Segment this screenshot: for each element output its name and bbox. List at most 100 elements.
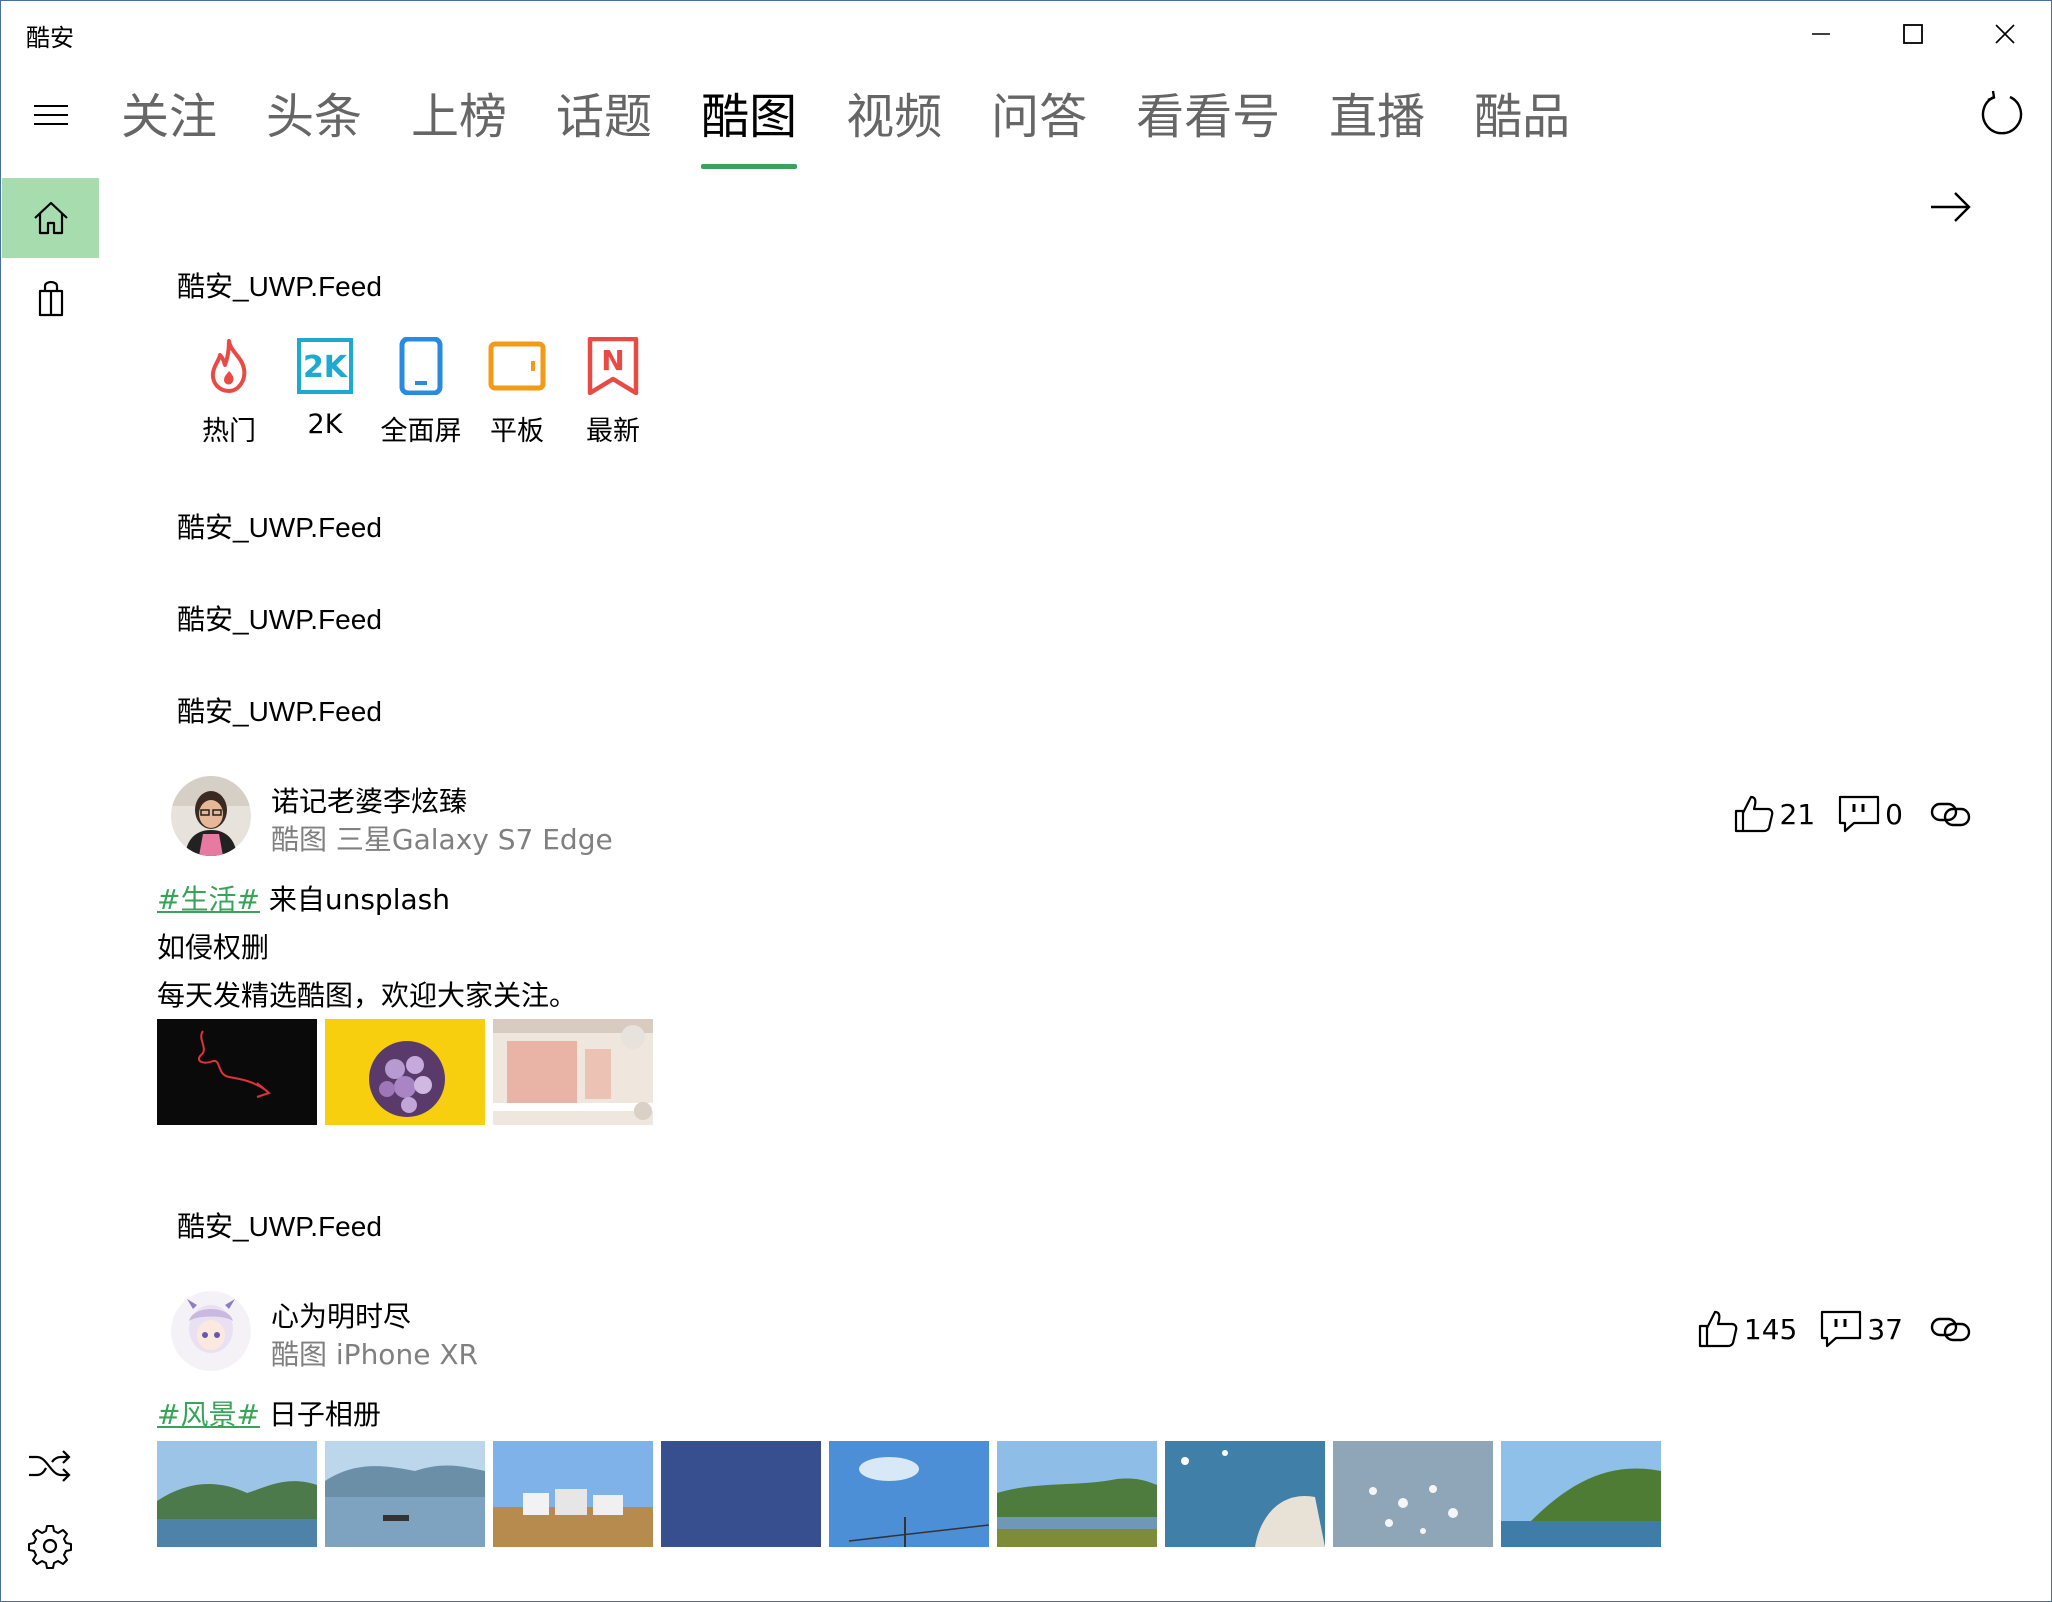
tab-cool-pictures[interactable]: 酷图 [701, 81, 798, 169]
avatar-image [171, 776, 251, 856]
post-image[interactable] [325, 1019, 485, 1125]
comment-count: 0 [1885, 797, 1903, 831]
feed-post[interactable]: 诺记老婆李炫臻 酷图 三星Galaxy S7 Edge 21 0 #生活# 来自… [157, 776, 1977, 1136]
category-tablet[interactable]: 平板 [469, 335, 565, 448]
post-text: 日子相册 [259, 1398, 381, 1431]
tab-topics[interactable]: 话题 [556, 81, 652, 161]
maximize-button[interactable] [1867, 1, 1959, 67]
like-button[interactable]: 145 [1696, 1307, 1797, 1351]
user-name[interactable]: 诺记老婆李炫臻 [271, 780, 467, 820]
post-image[interactable] [1501, 1441, 1661, 1547]
title-bar: 酷安 [1, 1, 2051, 67]
image-grid [157, 1441, 1669, 1547]
category-newest[interactable]: N 最新 [565, 335, 661, 448]
app-window: 酷安 关注 头条 上榜 话题 酷图 视频 问答 看看号 直播 酷品 酷安_UWP… [0, 0, 2052, 1602]
link-icon [1930, 1317, 1971, 1342]
shuffle-icon[interactable] [27, 1443, 73, 1489]
home-icon [33, 201, 68, 235]
feed-label: 酷安_UWP.Feed [177, 1211, 382, 1242]
close-button[interactable] [1959, 1, 2051, 67]
category-2k[interactable]: 2K 2K [277, 335, 373, 448]
category-hot[interactable]: 热门 [181, 335, 277, 448]
post-actions: 21 0 [1710, 792, 1977, 836]
top-tabs: 关注 头条 上榜 话题 酷图 视频 问答 看看号 直播 酷品 [121, 81, 1619, 169]
link-icon [1930, 802, 1971, 827]
post-text-line: 如侵权删 [157, 931, 270, 964]
tab-kankan[interactable]: 看看号 [1136, 81, 1280, 161]
comment-button[interactable]: 0 [1837, 792, 1903, 836]
post-image[interactable] [997, 1441, 1157, 1547]
new-bookmark-icon: N [587, 337, 639, 395]
avatar[interactable] [171, 1291, 251, 1371]
tab-qa[interactable]: 问答 [991, 81, 1087, 161]
like-button[interactable]: 21 [1732, 792, 1816, 836]
tab-products[interactable]: 酷品 [1474, 81, 1570, 161]
avatar-image [171, 1291, 251, 1371]
thumbs-up-icon [1734, 795, 1773, 833]
post-image[interactable] [1165, 1441, 1325, 1547]
post-text: 来自unsplash [259, 883, 450, 916]
category-label: 平板 [490, 416, 544, 447]
topic-tag[interactable]: #生活# [157, 883, 260, 916]
feed-label: 酷安_UWP.Feed [177, 604, 382, 635]
comment-button[interactable]: 37 [1819, 1307, 1903, 1351]
category-label: 最新 [586, 416, 640, 447]
gear-icon[interactable] [27, 1523, 73, 1569]
category-label: 2K [307, 409, 343, 440]
arrow-right-icon[interactable] [1927, 183, 1975, 231]
svg-text:N: N [601, 344, 624, 377]
post-image[interactable] [157, 1441, 317, 1547]
category-label: 热门 [202, 416, 256, 447]
tablet-icon [488, 341, 546, 391]
image-grid [157, 1019, 661, 1125]
category-label: 全面屏 [380, 416, 462, 447]
like-count: 145 [1743, 1312, 1798, 1346]
thumbs-up-icon [1698, 1310, 1738, 1348]
feed-label: 酷安_UWP.Feed [177, 696, 382, 727]
category-row: 热门 2K 2K 全面屏 平板 N 最新 [181, 335, 661, 448]
tab-live[interactable]: 直播 [1329, 81, 1425, 161]
category-fullscreen[interactable]: 全面屏 [373, 335, 469, 448]
close-icon [1995, 24, 2015, 44]
avatar[interactable] [171, 776, 251, 856]
refresh-icon[interactable] [1977, 89, 2027, 139]
post-image[interactable] [1333, 1441, 1493, 1547]
minimize-icon [1812, 33, 1830, 35]
post-image[interactable] [829, 1441, 989, 1547]
user-name[interactable]: 心为明时尽 [271, 1295, 411, 1335]
shopping-bag-icon [38, 280, 63, 317]
post-image[interactable] [157, 1019, 317, 1125]
post-text-line: #生活# 来自unsplash [157, 878, 450, 918]
tab-follow[interactable]: 关注 [121, 81, 217, 161]
tab-ranking[interactable]: 上榜 [411, 81, 507, 161]
app-title: 酷安 [26, 24, 74, 52]
2k-icon: 2K [297, 338, 353, 394]
minimize-button[interactable] [1775, 1, 1867, 67]
post-image[interactable] [661, 1441, 821, 1547]
post-actions: 145 37 [1674, 1307, 1977, 1351]
comment-count: 37 [1867, 1312, 1903, 1346]
feed-label: 酷安_UWP.Feed [177, 271, 382, 302]
tab-headlines[interactable]: 头条 [266, 81, 362, 161]
topic-tag[interactable]: #风景# [157, 1398, 260, 1431]
hamburger-menu-button[interactable] [29, 97, 73, 133]
tab-videos[interactable]: 视频 [846, 81, 942, 161]
post-image[interactable] [493, 1019, 653, 1125]
post-image[interactable] [325, 1441, 485, 1547]
post-meta: 酷图 三星Galaxy S7 Edge [271, 823, 613, 856]
post-meta: 酷图 iPhone XR [271, 1338, 478, 1371]
hamburger-icon [34, 105, 68, 125]
phone-icon [399, 337, 443, 395]
post-text-line: 每天发精选酷图，欢迎大家关注。 [157, 979, 578, 1012]
nav-home[interactable] [2, 178, 99, 258]
post-text-line: #风景# 日子相册 [157, 1393, 381, 1433]
share-link-button[interactable] [1929, 792, 1977, 836]
post-image[interactable] [493, 1441, 653, 1547]
share-link-button[interactable] [1929, 1307, 1977, 1351]
nav-store[interactable] [2, 259, 99, 339]
svg-text:2K: 2K [303, 350, 349, 385]
like-count: 21 [1779, 797, 1816, 831]
feed-post[interactable]: 心为明时尽 酷图 iPhone XR 145 37 #风景# 日子相册 [157, 1291, 1977, 1551]
feed-label: 酷安_UWP.Feed [177, 512, 382, 543]
comment-icon [1821, 1310, 1862, 1348]
